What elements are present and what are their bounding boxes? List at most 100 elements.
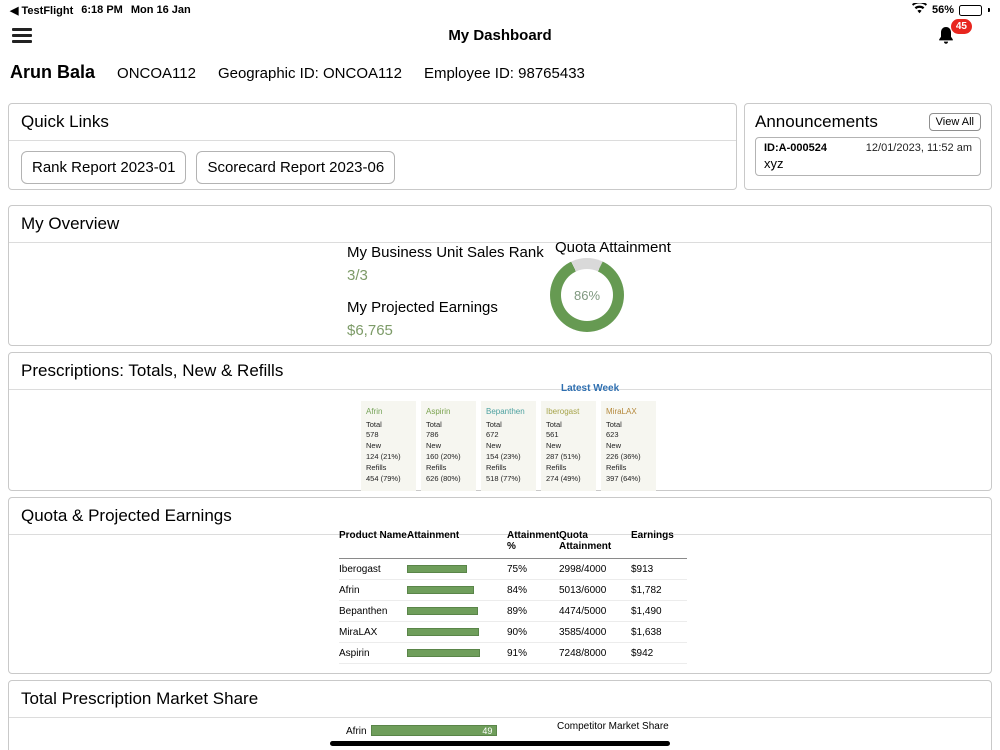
status-bar: ◀ TestFlight 6:18 PM Mon 16 Jan 56% [0,0,1000,20]
table-row: Afrin 84% 5013/6000 $1,782 [339,580,687,601]
rx-new-value: 226 (36%) [606,452,641,462]
rx-new-value: 160 (20%) [426,452,461,462]
rx-total-value: 786 [426,430,439,440]
col-earnings: Earnings [631,530,674,541]
cell-quota: 7248/8000 [559,647,607,659]
announcement-item[interactable]: ID:A-000524 12/01/2023, 11:52 am xyz [755,137,981,176]
rx-refills-value: 274 (49%) [546,473,581,483]
rx-new-label: New [366,441,382,451]
announcements-title: Announcements [755,112,878,131]
wifi-icon [911,1,927,17]
rx-refills-label: Refills [426,463,447,473]
notification-badge: 45 [950,19,972,34]
rx-total-label: Total [546,419,562,429]
rx-card-miralax[interactable]: MiraLAX Total 623 New 226 (36%) Refills … [601,401,656,491]
cell-attainment-pct: 75% [507,563,528,575]
table-row: Bepanthen 89% 4474/5000 $1,490 [339,601,687,622]
rx-total-value: 561 [546,430,559,440]
user-name: Arun Bala [10,62,96,82]
sales-rank-value: 3/3 [347,267,368,284]
home-indicator[interactable] [330,741,670,746]
cell-earnings: $1,638 [631,626,662,638]
market-share-bar-value: 49 [482,725,493,736]
sales-rank-label: My Business Unit Sales Rank [347,244,544,261]
rx-new-label: New [486,441,502,451]
rx-total-label: Total [486,419,502,429]
quota-donut-value: 86% [573,287,601,303]
cell-attainment-pct: 84% [507,584,528,596]
user-code: ONCOA112 [117,65,196,82]
rx-card-iberogast[interactable]: Iberogast Total 561 New 287 (51%) Refill… [541,401,596,491]
rx-new-label: New [546,441,562,451]
quota-earnings-panel: Quota & Projected Earnings Product Name … [8,497,992,674]
rx-product-name: Afrin [366,407,383,416]
prescription-cards: Afrin Total 578 New 124 (21%) Refills 45… [361,401,656,491]
rx-new-value: 154 (23%) [486,452,521,462]
status-date: Mon 16 Jan [130,4,191,16]
attainment-bar [407,607,479,615]
cell-earnings: $942 [631,647,654,659]
cell-product: Bepanthen [339,605,388,617]
cell-product: Iberogast [339,563,381,575]
app-header: My Dashboard 45 [0,19,1000,56]
rx-total-value: 578 [366,430,379,440]
rx-card-aspirin[interactable]: Aspirin Total 786 New 160 (20%) Refills … [421,401,476,491]
rx-product-name: MiraLAX [606,407,637,416]
rx-new-label: New [606,441,622,451]
rx-product-name: Aspirin [426,407,451,416]
table-row: Aspirin 91% 7248/8000 $942 [339,643,687,664]
rx-total-label: Total [366,419,382,429]
view-all-button[interactable]: View All [928,113,981,131]
rx-total-label: Total [606,419,622,429]
status-time: 6:18 PM [81,4,123,16]
rx-total-value: 672 [486,430,499,440]
competitor-market-share-label: Competitor Market Share [557,721,669,732]
rx-card-afrin[interactable]: Afrin Total 578 New 124 (21%) Refills 45… [361,401,416,491]
cell-attainment-pct: 90% [507,626,528,638]
market-share-bar: 49 [371,725,498,736]
scorecard-report-button[interactable]: Scorecard Report 2023-06 [196,151,396,184]
cell-quota: 2998/4000 [559,563,607,575]
overview-title: My Overview [9,206,991,243]
col-attainment-pct: Attainment % [507,530,560,552]
col-quota-attainment: Quota Attainment [559,530,612,552]
cell-earnings: $1,782 [631,584,662,596]
announcement-text: xyz [764,156,784,171]
rx-total-value: 623 [606,430,619,440]
user-info-row: Arun Bala ONCOA112 Geographic ID: ONCOA1… [10,62,585,83]
projected-earnings-value: $6,765 [347,322,393,339]
table-row: MiraLAX 90% 3585/4000 $1,638 [339,622,687,643]
rx-total-label: Total [426,419,442,429]
rx-refills-label: Refills [486,463,507,473]
rank-report-button[interactable]: Rank Report 2023-01 [21,151,187,184]
rx-refills-label: Refills [366,463,387,473]
rx-new-value: 287 (51%) [546,452,581,462]
cell-product: MiraLAX [339,626,378,638]
rx-refills-value: 454 (79%) [366,473,401,483]
quota-donut: 86% [550,258,624,332]
rx-refills-value: 397 (64%) [606,473,641,483]
quick-links-panel: Quick Links Rank Report 2023-01 Scorecar… [8,103,737,190]
quota-attainment-label: Quota Attainment [555,239,671,256]
announcement-timestamp: 12/01/2023, 11:52 am [865,142,972,154]
projected-earnings-label: My Projected Earnings [347,299,498,316]
back-to-app-link[interactable]: ◀ TestFlight [10,4,73,17]
battery-icon [959,4,982,16]
rx-product-name: Bepanthen [486,407,525,416]
quota-earnings-table: Product Name Attainment Attainment % Quo… [339,530,687,664]
attainment-bar [407,628,479,636]
rx-card-bepanthen[interactable]: Bepanthen Total 672 New 154 (23%) Refill… [481,401,536,491]
latest-week-link[interactable]: Latest Week [561,383,619,394]
col-attainment: Attainment [407,530,460,541]
attainment-bar [407,586,475,594]
rx-refills-label: Refills [546,463,567,473]
market-share-product-label: Afrin [346,726,367,737]
announcement-id: ID:A-000524 [764,142,827,154]
market-share-title: Total Prescription Market Share [9,681,991,718]
overview-panel: My Overview My Business Unit Sales Rank … [8,205,992,346]
notifications-button[interactable]: 45 [934,19,972,50]
rx-product-name: Iberogast [546,407,580,416]
cell-earnings: $913 [631,563,654,575]
cell-quota: 3585/4000 [559,626,607,638]
quick-links-title: Quick Links [9,104,736,141]
